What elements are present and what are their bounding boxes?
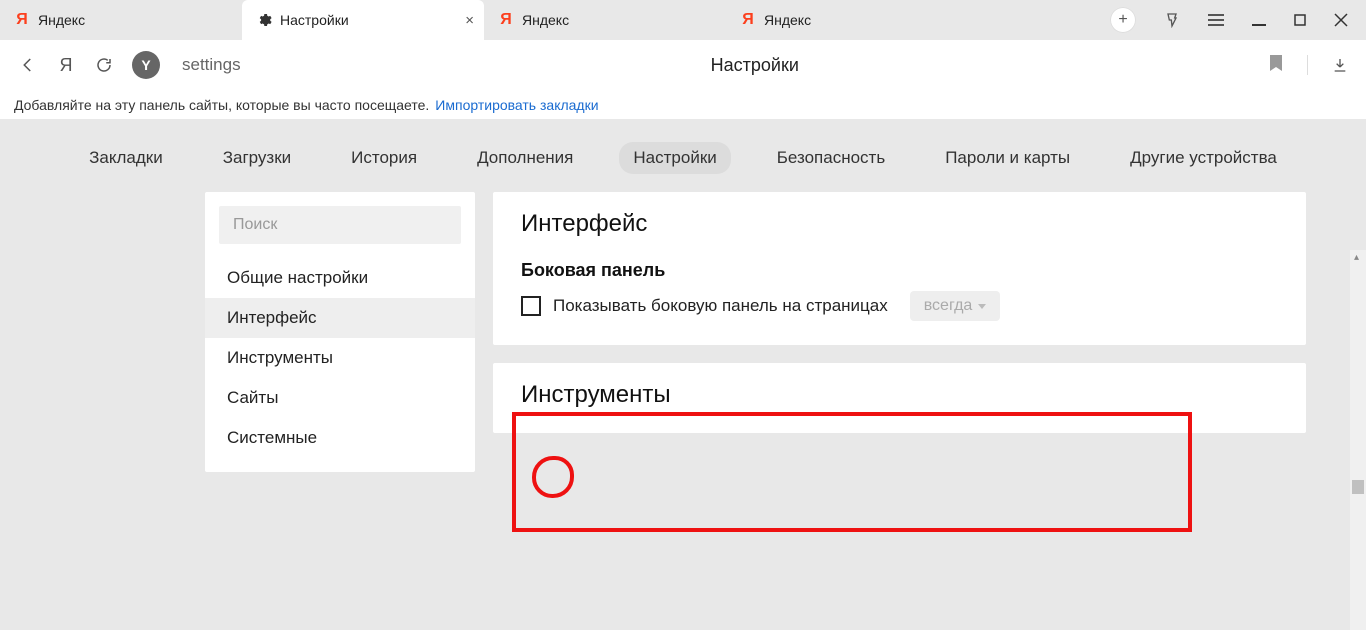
download-icon[interactable] — [1332, 57, 1348, 73]
extensions-icon[interactable] — [1164, 12, 1180, 28]
yandex-icon: Я — [498, 12, 514, 28]
scrollbar[interactable]: ▴ — [1350, 250, 1366, 630]
bookmark-icon[interactable] — [1269, 54, 1283, 77]
maximize-icon[interactable] — [1294, 14, 1306, 26]
page-title: Настройки — [259, 55, 1251, 76]
tab[interactable]: Я Яндекс — [484, 0, 726, 40]
sidebar-item[interactable]: Общие настройки — [205, 258, 475, 298]
panel-tools: Инструменты — [493, 363, 1306, 433]
tab[interactable]: Я Яндекс — [726, 0, 968, 40]
topnav-item[interactable]: Загрузки — [209, 142, 305, 174]
panel-heading: Интерфейс — [521, 210, 1278, 238]
sidebar-item-active[interactable]: Интерфейс — [205, 298, 475, 338]
topnav-item[interactable]: Другие устройства — [1116, 142, 1291, 174]
checkbox-show-side-panel[interactable] — [521, 296, 541, 316]
minimize-icon[interactable] — [1252, 13, 1266, 27]
page-content: Закладки Загрузки История Дополнения Нас… — [0, 120, 1366, 517]
checkbox-label: Показывать боковую панель на страницах — [553, 296, 888, 316]
panel-interface: Интерфейс Боковая панель Показывать боко… — [493, 192, 1306, 345]
section-title: Боковая панель — [521, 260, 1278, 281]
window-close-icon[interactable] — [1334, 13, 1348, 27]
scroll-up-icon[interactable]: ▴ — [1354, 252, 1359, 263]
topnav-item[interactable]: Закладки — [75, 142, 177, 174]
topnav-item[interactable]: Безопасность — [763, 142, 899, 174]
address-text[interactable]: settings — [182, 55, 241, 75]
tab-title: Яндекс — [38, 12, 85, 28]
toolbar-right — [1269, 54, 1348, 77]
settings-main: Интерфейс Боковая панель Показывать боко… — [493, 192, 1306, 472]
toolbar: Я Y settings Настройки — [0, 40, 1366, 90]
divider — [1307, 55, 1308, 75]
back-button[interactable] — [18, 55, 38, 75]
topnav-item-active[interactable]: Настройки — [619, 142, 730, 174]
reload-button[interactable] — [94, 55, 114, 75]
panel-heading: Инструменты — [521, 381, 1278, 409]
sidebar-item[interactable]: Сайты — [205, 378, 475, 418]
close-icon[interactable]: × — [465, 12, 474, 29]
tab-controls: + — [1100, 7, 1366, 33]
import-bookmarks-link[interactable]: Импортировать закладки — [435, 97, 598, 113]
setting-row: Показывать боковую панель на страницах в… — [521, 291, 1278, 321]
tab-active[interactable]: Настройки × — [242, 0, 484, 40]
gear-icon — [256, 12, 272, 28]
site-badge[interactable]: Y — [132, 51, 160, 79]
settings-sidebar: Поиск Общие настройки Интерфейс Инструме… — [205, 192, 475, 472]
tab[interactable]: Я Яндекс — [0, 0, 242, 40]
tab-title: Яндекс — [522, 12, 569, 28]
bookbar-message: Добавляйте на эту панель сайты, которые … — [14, 97, 429, 113]
menu-icon[interactable] — [1208, 13, 1224, 27]
tab-strip: Я Яндекс Настройки × Я Яндекс Я Яндекс + — [0, 0, 1366, 40]
topnav-item[interactable]: Дополнения — [463, 142, 587, 174]
bookmark-bar: Добавляйте на эту панель сайты, которые … — [0, 90, 1366, 120]
yandex-icon: Я — [740, 12, 756, 28]
sidebar-item[interactable]: Системные — [205, 418, 475, 458]
dropdown-side-panel-mode[interactable]: всегда — [910, 291, 1001, 321]
yandex-home-icon[interactable]: Я — [56, 55, 76, 75]
tab-title: Настройки — [280, 12, 349, 28]
yandex-icon: Я — [14, 12, 30, 28]
tab-title: Яндекс — [764, 12, 811, 28]
sidebar-search[interactable]: Поиск — [219, 206, 461, 244]
new-tab-button[interactable]: + — [1110, 7, 1136, 33]
settings-content: Поиск Общие настройки Интерфейс Инструме… — [0, 192, 1366, 472]
sidebar-item[interactable]: Инструменты — [205, 338, 475, 378]
settings-topnav: Закладки Загрузки История Дополнения Нас… — [0, 120, 1366, 192]
scrollbar-thumb[interactable] — [1352, 480, 1364, 494]
topnav-item[interactable]: История — [337, 142, 431, 174]
topnav-item[interactable]: Пароли и карты — [931, 142, 1084, 174]
section-side-panel: Боковая панель Показывать боковую панель… — [521, 260, 1278, 321]
